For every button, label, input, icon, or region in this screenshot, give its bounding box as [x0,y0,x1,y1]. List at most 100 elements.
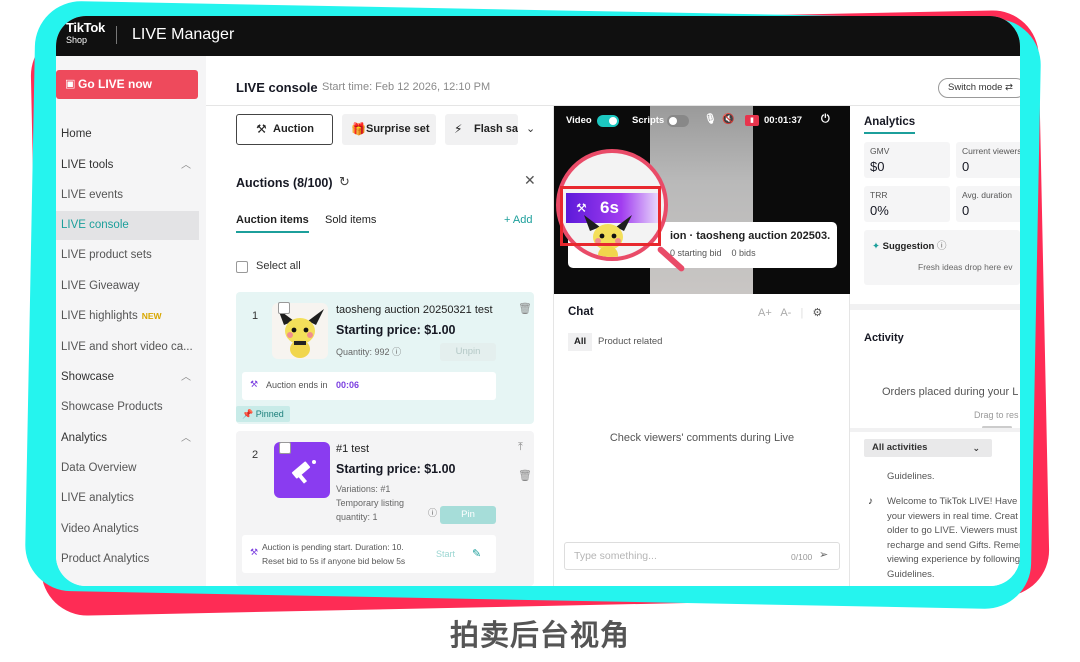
tab-auction-items[interactable]: Auction items [236,214,309,233]
sidebar-item-live-product-sets[interactable]: LIVE product sets [56,241,199,270]
send-icon[interactable]: ➢ [819,549,828,561]
drag-hint: Drag to res [974,410,1019,420]
analytics-panel: Analytics GMV $0 Current viewers 0 TRR 0% A… [850,106,1020,586]
activity-line: Guidelines. [887,471,935,482]
status-line-1: Auction is pending start. Duration: 10. [262,542,404,552]
pin-to-top-icon[interactable]: ⤒ [518,441,523,454]
item-title: #1 test [336,443,370,455]
gavel-icon: ⚒ [250,379,259,389]
sidebar-item-live-events[interactable]: LIVE events [56,181,199,210]
starting-bid: 0 starting bid [670,248,722,258]
mute-icon[interactable]: 🔇 [722,114,734,125]
sidebar-item-live-tools[interactable]: LIVE tools ︿ [56,151,199,180]
surprise-set-button[interactable]: 🎁 Surprise set [342,114,436,145]
chevron-up-icon: ︿ [181,160,191,171]
auctions-heading: Auctions (8/100) [236,176,333,190]
item-index: 2 [252,449,259,461]
start-button[interactable]: Start [436,549,455,559]
metric-current-viewers: Current viewers 0 [956,142,1020,178]
chat-title: Chat [568,306,594,318]
flash-icon: ⚡ [454,122,463,136]
sidebar-item-data-overview[interactable]: Data Overview [56,454,199,483]
auction-item-card[interactable]: 1 taosheng auction 20250321 test Startin… [236,292,534,424]
settings-icon[interactable]: ⚙ [813,307,823,319]
sidebar-item-label: LIVE tools [61,159,114,171]
item-quantity: quantity: 1 [336,512,378,522]
quantity-text: Quantity: 992 [336,347,390,357]
tab-product-related[interactable]: Product related [598,333,662,351]
metric-label: GMV [870,146,890,156]
sidebar-item-home[interactable]: Home [56,120,199,149]
activity-line: Welcome to TikTok LIVE! Have f [887,496,1020,507]
status-line-2: Reset bid to 5s if anyone bid below 5s [262,556,406,566]
font-decrease-button[interactable]: A- [780,307,791,319]
select-all-checkbox[interactable] [236,261,248,273]
flash-sale-button[interactable]: ⚡ Flash sal [445,114,518,145]
metric-value: $0 [870,159,885,174]
item-price: Starting price: $1.00 [336,462,456,476]
new-badge: NEW [141,311,162,321]
chevron-up-icon: ︿ [181,433,191,444]
switch-mode-button[interactable]: Switch mode ⇄ [938,78,1020,98]
auction-status: ⚒ Auction ends in 00:06 [242,372,496,400]
sidebar-item-live-highlights[interactable]: LIVE highlights NEW [56,302,199,331]
tab-sold-items[interactable]: Sold items [325,214,376,226]
sidebar-item-showcase-products[interactable]: Showcase Products [56,393,199,422]
char-counter: 0/100 [791,552,813,562]
sidebar-item-label: Showcase [61,371,115,383]
edit-icon[interactable]: ✎ [472,547,481,560]
chevron-up-icon: ︿ [181,372,191,383]
highlight-box [560,186,661,246]
live-timer: 00:01:37 [764,115,803,126]
sidebar-item-analytics[interactable]: Analytics ︿ [56,424,199,453]
item-temp-listing: Temporary listing [336,498,405,508]
image-caption: 拍卖后台视角 [449,618,630,652]
sidebar-item-video-analytics[interactable]: Video Analytics [56,515,199,544]
mic-icon[interactable]: 🎙 [704,114,717,125]
page-title: LIVE console [236,80,318,95]
sidebar-item-live-short-video[interactable]: LIVE and short video ca... [56,333,199,362]
go-live-button[interactable]: ▣ Go LIVE now [56,70,198,99]
logo-shop: Shop [66,35,88,45]
item-checkbox[interactable] [279,442,291,454]
trash-icon[interactable]: 🗑 [518,469,532,482]
tab-analytics[interactable]: Analytics [864,116,916,134]
unpin-button[interactable]: Unpin [440,343,496,361]
auction-tool-button[interactable]: ⚒ Auction [236,114,333,145]
activity-filter-select[interactable]: All activities ⌄ [864,439,992,457]
pin-button[interactable]: Pin [440,506,496,524]
switch-icon: ⇄ [1005,82,1013,93]
activity-line: Guidelines. [887,569,935,580]
metric-label: Avg. duration [962,190,1012,200]
auction-panel: ⚒ Auction 🎁 Surprise set ⚡ Flash sal ⌄ Auct… [206,106,594,586]
sidebar-item-label: Analytics [61,432,108,444]
sidebar-item-product-analytics[interactable]: Product Analytics [56,545,199,574]
sidebar-item-showcase[interactable]: Showcase ︿ [56,363,199,392]
refresh-icon[interactable]: ↻ [339,174,350,190]
section-divider [850,428,1020,432]
add-button[interactable]: + Add [504,214,532,226]
chat-input[interactable]: Type something... 0/100 ➢ [564,542,840,570]
trash-icon[interactable]: 🗑 [518,302,532,315]
help-icon[interactable]: ⓘ [937,241,947,252]
item-checkbox[interactable] [278,302,290,314]
tab-all[interactable]: All [568,333,593,351]
activity-line: older to go LIVE. Viewers must b [887,525,1020,536]
video-toggle[interactable] [597,115,619,127]
sidebar-item-live-giveaway[interactable]: LIVE Giveaway [56,272,199,301]
item-quantity: Quantity: 992 ⓘ [336,346,401,359]
go-live-label: Go LIVE now [78,77,152,91]
power-icon[interactable]: ⏻ [821,113,830,126]
scripts-toggle[interactable] [667,115,689,127]
metric-value: 0% [870,203,889,218]
activity-line: recharge and send Gifts. Remen [887,540,1020,551]
tiktok-icon: ♪ [868,496,873,507]
bid-count: 0 bids [731,248,756,258]
sidebar-item-live-analytics[interactable]: LIVE analytics [56,484,199,513]
chevron-down-icon[interactable]: ⌄ [526,122,535,135]
font-increase-button[interactable]: A+ [758,307,772,319]
suggestion-card: ✦ Suggestion ⓘ Fresh ideas drop here ev [864,230,1020,285]
close-icon[interactable]: ✕ [524,172,536,189]
sidebar-item-live-console[interactable]: LIVE console [56,211,199,240]
auction-item-card[interactable]: 2 #1 test Starting price: $1.00 Variatio… [236,431,534,586]
